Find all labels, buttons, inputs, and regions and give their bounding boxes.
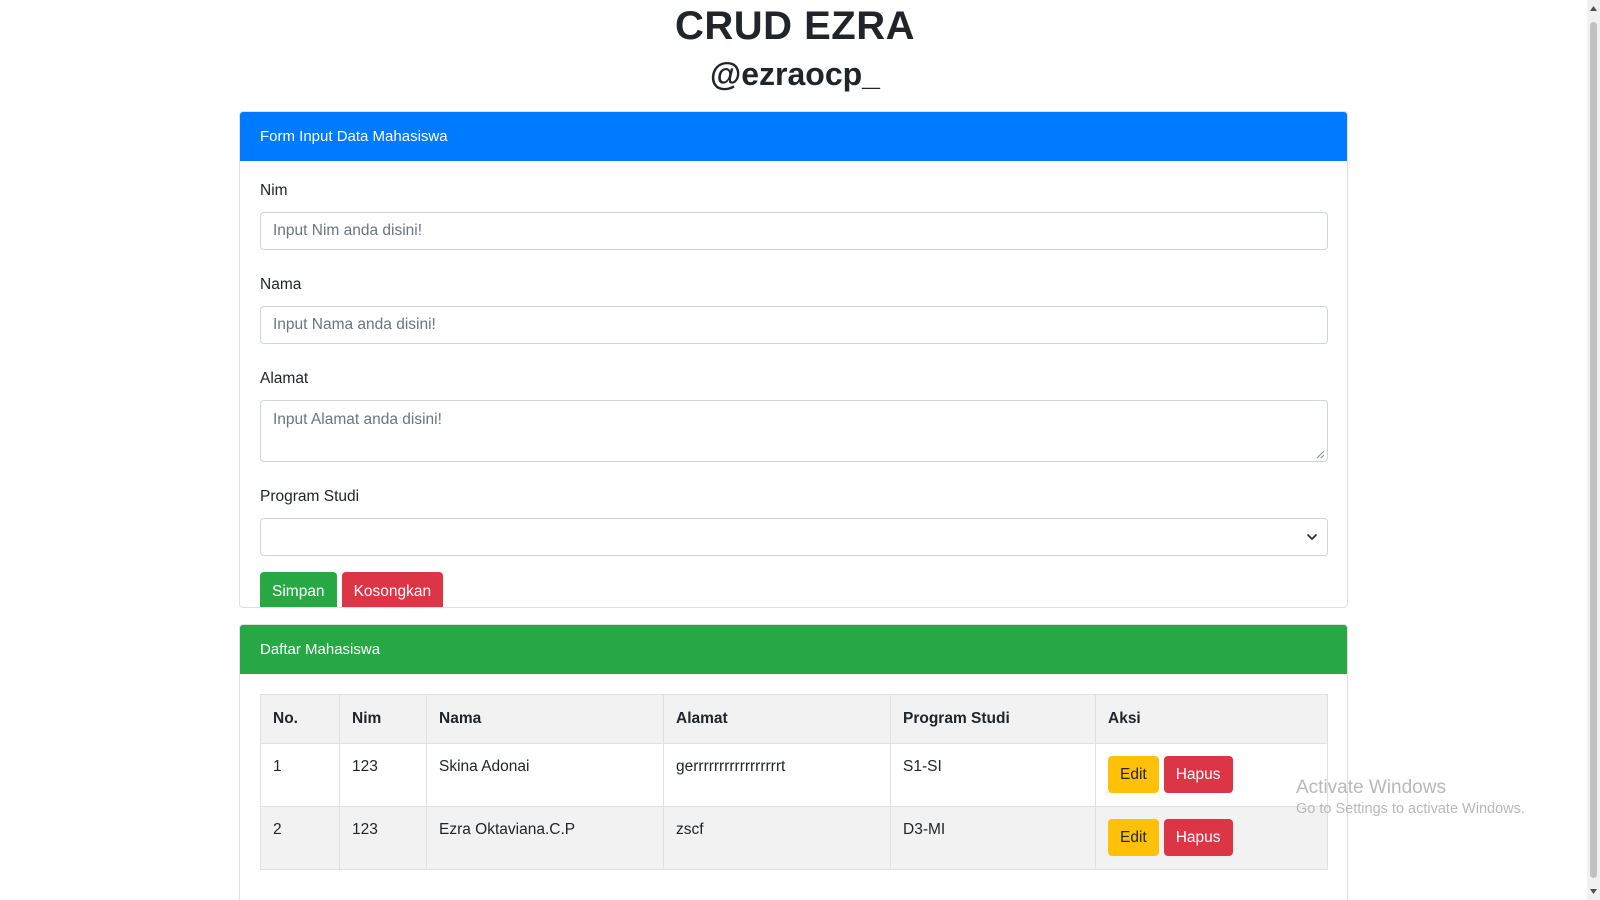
activation-subtitle: Go to Settings to activate Windows.: [1296, 801, 1525, 817]
cell-nama: Skina Adonai: [426, 743, 664, 807]
cell-nim: 123: [339, 806, 427, 870]
cell-no: 2: [260, 806, 340, 870]
prodi-label: Program Studi: [260, 488, 360, 505]
edit-button[interactable]: Edit: [1108, 756, 1159, 793]
prodi-select[interactable]: [260, 518, 1328, 556]
alamat-label: Alamat: [260, 370, 309, 387]
nama-group: Nama Input Nama anda disini!: [260, 273, 1328, 344]
cell-nim: 123: [339, 743, 427, 807]
cell-no: 1: [260, 743, 340, 807]
list-card: Daftar Mahasiswa No. Nim Nama Alamat Pro…: [239, 624, 1348, 900]
table-header-row: No. Nim Nama Alamat Program Studi Aksi: [260, 694, 1328, 744]
resize-grip-icon[interactable]: [1316, 450, 1325, 459]
nama-placeholder: Input Nama anda disini!: [273, 316, 436, 333]
nim-group: Nim Input Nim anda disini!: [260, 179, 1328, 250]
delete-button[interactable]: Hapus: [1163, 819, 1233, 856]
cell-prodi: S1-SI: [890, 743, 1096, 807]
save-button[interactable]: Simpan: [260, 572, 337, 607]
cell-prodi: D3-MI: [890, 806, 1096, 870]
column-header-nim: Nim: [339, 694, 427, 744]
form-card-header: Form Input Data Mahasiswa: [240, 112, 1347, 161]
form-card: Form Input Data Mahasiswa Nim Input Nim …: [239, 111, 1348, 608]
delete-button[interactable]: Hapus: [1163, 756, 1233, 793]
prodi-group: Program Studi: [260, 485, 1328, 556]
vertical-scrollbar[interactable]: [1587, 0, 1600, 900]
form-actions: Simpan Kosongkan: [260, 572, 1327, 607]
nim-input[interactable]: Input Nim anda disini!: [260, 212, 1328, 250]
clear-button[interactable]: Kosongkan: [341, 572, 444, 607]
list-card-header: Daftar Mahasiswa: [240, 625, 1347, 674]
list-body: No. Nim Nama Alamat Program Studi Aksi 1…: [240, 674, 1347, 870]
nim-placeholder: Input Nim anda disini!: [273, 222, 423, 239]
form-body: Nim Input Nim anda disini! Nama Input Na…: [240, 161, 1347, 607]
activation-title: Activate Windows: [1296, 777, 1446, 798]
alamat-textarea[interactable]: Input Alamat anda disini!: [260, 400, 1328, 462]
cell-aksi: Edit Hapus: [1095, 806, 1328, 870]
edit-button[interactable]: Edit: [1108, 819, 1159, 856]
column-header-no: No.: [260, 694, 340, 744]
column-header-program-studi: Program Studi: [890, 694, 1096, 744]
windows-activation-watermark: Activate Windows Go to Settings to activ…: [1296, 777, 1525, 817]
page-title: CRUD EZRA: [674, 4, 916, 48]
mahasiswa-table: No. Nim Nama Alamat Program Studi Aksi 1…: [260, 694, 1328, 870]
nim-label: Nim: [260, 182, 288, 199]
scroll-down-arrow-icon[interactable]: [1589, 887, 1598, 896]
column-header-aksi: Aksi: [1095, 694, 1328, 744]
cell-nama: Ezra Oktaviana.C.P: [426, 806, 664, 870]
table-row: 1 123 Skina Adonai gerrrrrrrrrrrrrrrrrt …: [260, 743, 1328, 807]
nama-label: Nama: [260, 276, 302, 293]
page-subtitle: @ezraocp_: [710, 56, 880, 92]
chevron-down-icon: [1307, 534, 1317, 540]
nama-input[interactable]: Input Nama anda disini!: [260, 306, 1328, 344]
alamat-group: Alamat Input Alamat anda disini!: [260, 367, 1328, 462]
cell-alamat: zscf: [663, 806, 891, 870]
table-row: 2 123 Ezra Oktaviana.C.P zscf D3-MI Edit…: [260, 806, 1328, 870]
column-header-alamat: Alamat: [663, 694, 891, 744]
column-header-nama: Nama: [426, 694, 664, 744]
cell-alamat: gerrrrrrrrrrrrrrrrrt: [663, 743, 891, 807]
cell-aksi: Edit Hapus: [1095, 743, 1328, 807]
alamat-placeholder: Input Alamat anda disini!: [273, 411, 442, 428]
scroll-up-arrow-icon[interactable]: [1589, 4, 1598, 13]
scrollbar-thumb[interactable]: [1590, 22, 1597, 878]
